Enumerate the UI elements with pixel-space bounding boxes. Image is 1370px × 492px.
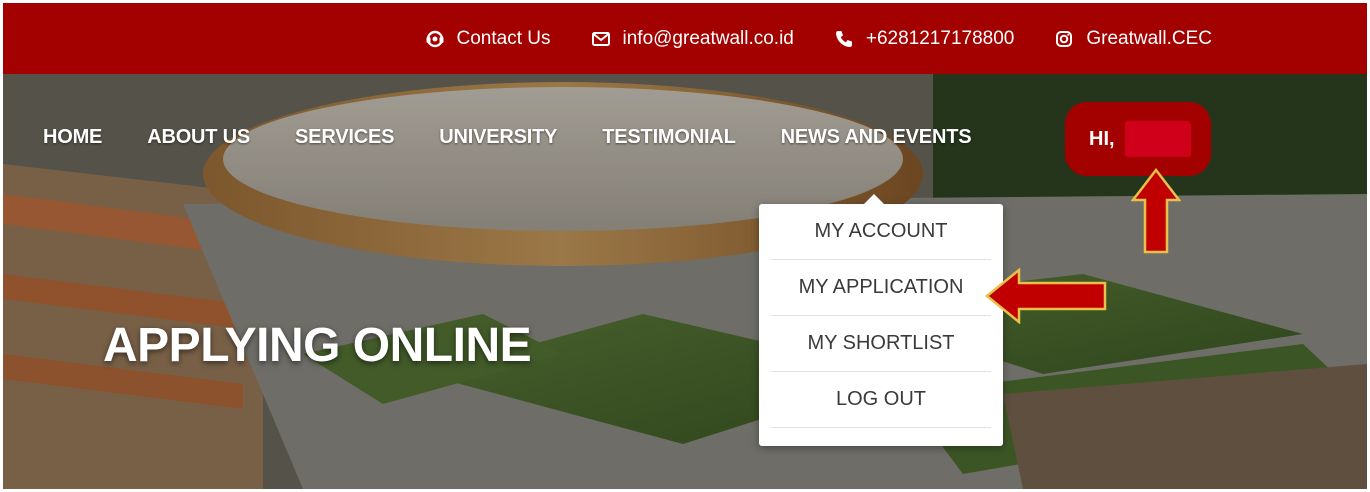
instagram-icon	[1056, 30, 1073, 47]
menu-item-log-out[interactable]: LOG OUT	[771, 372, 991, 428]
nav-home[interactable]: HOME	[43, 126, 102, 149]
phone-icon	[835, 30, 852, 47]
redacted-username	[1124, 121, 1191, 157]
nav-services[interactable]: SERVICES	[295, 126, 394, 149]
nav-news-and-events[interactable]: NEWS AND EVENTS	[781, 126, 972, 149]
user-greeting: HI,	[1089, 127, 1115, 150]
instagram-link[interactable]: Greatwall.CEC	[1054, 28, 1212, 50]
page-title: APPLYING ONLINE	[103, 319, 532, 372]
contact-us-link[interactable]: Contact Us	[425, 28, 551, 50]
page-frame: Contact Us info@greatwall.co.id +6281217…	[3, 3, 1367, 489]
hero-banner: HOME ABOUT US SERVICES UNIVERSITY TESTIM…	[3, 74, 1367, 489]
contact-bar: Contact Us info@greatwall.co.id +6281217…	[3, 3, 1367, 74]
nav-university[interactable]: UNIVERSITY	[439, 126, 557, 149]
email-link[interactable]: info@greatwall.co.id	[591, 28, 794, 50]
arrow-up-icon	[1131, 168, 1181, 254]
email-label: info@greatwall.co.id	[622, 27, 794, 49]
instagram-label: Greatwall.CEC	[1086, 27, 1212, 49]
user-menu-button[interactable]: HI,	[1065, 102, 1211, 176]
menu-item-my-shortlist[interactable]: MY SHORTLIST	[771, 316, 991, 372]
user-dropdown-menu: MY ACCOUNT MY APPLICATION MY SHORTLIST L…	[759, 194, 1003, 446]
envelope-icon	[591, 31, 610, 46]
phone-link[interactable]: +6281217178800	[834, 28, 1014, 50]
nav-about-us[interactable]: ABOUT US	[147, 126, 250, 149]
phone-label: +6281217178800	[865, 27, 1015, 49]
menu-item-my-application[interactable]: MY APPLICATION	[771, 260, 991, 316]
menu-item-my-account[interactable]: MY ACCOUNT	[771, 204, 991, 260]
main-nav: HOME ABOUT US SERVICES UNIVERSITY TESTIM…	[43, 126, 1016, 149]
nav-testimonial[interactable]: TESTIMONIAL	[602, 126, 736, 149]
contact-us-label: Contact Us	[456, 27, 551, 49]
headset-icon	[426, 30, 444, 47]
arrow-left-icon	[985, 268, 1107, 324]
